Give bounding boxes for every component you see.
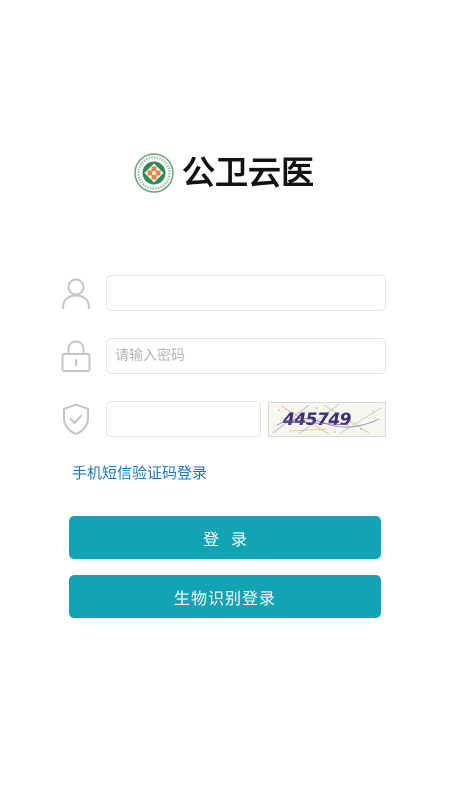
- app-title: 公卫云医: [182, 153, 314, 192]
- password-field[interactable]: [106, 338, 386, 374]
- captcha-input[interactable]: [107, 402, 260, 436]
- login-screen: 公卫云医 445749 手机短信验证码登录 登录 生物识别登录: [0, 0, 450, 800]
- lock-icon: [61, 340, 91, 372]
- username-field[interactable]: [106, 275, 386, 311]
- sms-code-login-link[interactable]: 手机短信验证码登录: [72, 462, 207, 484]
- captcha-image[interactable]: 445749: [268, 402, 386, 437]
- captcha-code-text: 445749: [282, 410, 352, 430]
- captcha-noise-graphic: 445749: [269, 403, 385, 436]
- username-input[interactable]: [107, 276, 385, 310]
- medical-cross-emblem-icon: [134, 153, 174, 193]
- user-icon: [62, 278, 90, 309]
- login-button[interactable]: 登录: [69, 516, 381, 559]
- password-input[interactable]: [107, 339, 385, 373]
- biometric-login-button[interactable]: 生物识别登录: [69, 575, 381, 618]
- shield-check-icon: [63, 403, 89, 435]
- captcha-field[interactable]: [106, 401, 261, 437]
- brand-header: 公卫云医: [134, 152, 314, 194]
